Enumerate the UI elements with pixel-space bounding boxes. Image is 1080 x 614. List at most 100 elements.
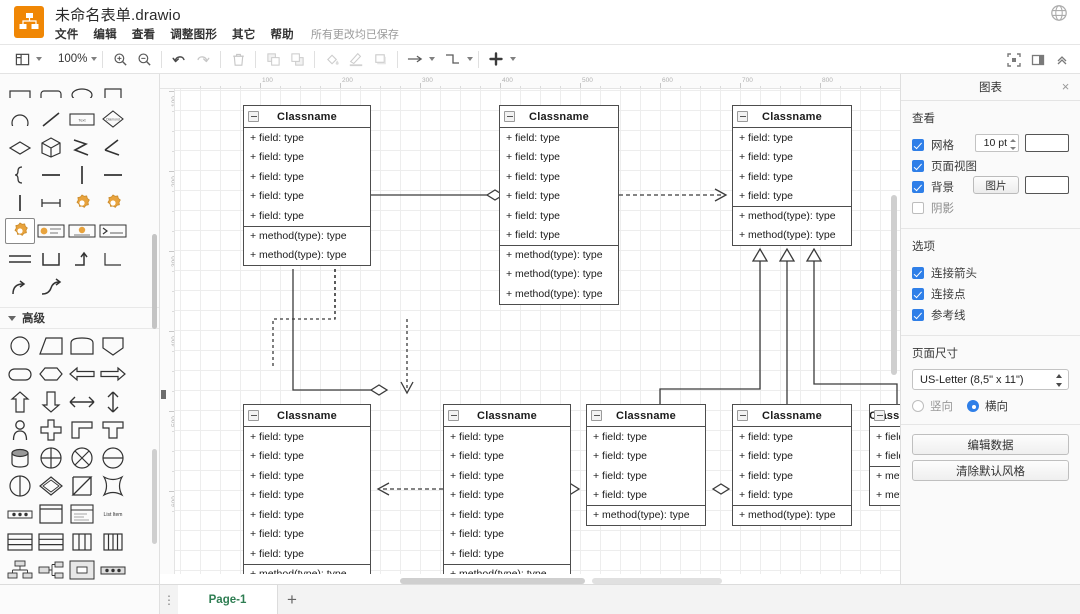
orientation-portrait-radio[interactable] [912, 400, 924, 412]
guides-checkbox[interactable] [912, 308, 924, 321]
collapse-node-icon[interactable] [874, 410, 885, 421]
uml-field-row[interactable]: + field: type [244, 187, 370, 207]
toggle-format-panel-icon[interactable] [1026, 48, 1050, 72]
shape-cube-icon[interactable] [36, 134, 66, 160]
shape-tee-icon[interactable] [98, 417, 128, 443]
shape-list-item-text-icon[interactable]: List Item [98, 501, 128, 527]
uml-field-row[interactable]: + field: type [733, 187, 851, 207]
connection-arrow-icon[interactable] [403, 47, 427, 71]
shape-columns-4-icon[interactable] [98, 529, 128, 555]
uml-method-row[interactable]: + method(type): type [733, 206, 851, 226]
orientation-radio-group[interactable]: 竖向 横向 [912, 398, 1069, 414]
background-checkbox[interactable] [912, 180, 924, 193]
menu-help[interactable]: 帮助 [270, 26, 293, 42]
uml-field-row[interactable]: + field: type [444, 486, 570, 506]
uml-method-row[interactable]: + method(type): type [244, 245, 370, 265]
edit-data-button[interactable]: 编辑数据 [912, 434, 1069, 455]
uml-class-node[interactable]: Classname + field: type + field: type + fie… [586, 404, 706, 526]
close-icon[interactable]: × [1059, 80, 1072, 93]
shape-stadium-icon[interactable] [5, 361, 35, 387]
shape-diamond-inset-icon[interactable] [36, 473, 66, 499]
shape-double-arrow-h-icon[interactable] [67, 389, 97, 415]
grid-color-swatch[interactable] [1025, 134, 1069, 152]
uml-field-row[interactable]: + field: type [244, 466, 370, 486]
palette-scrollbar-secondary[interactable] [152, 449, 157, 544]
uml-field-row[interactable]: + field: type [733, 128, 851, 148]
page-view-checkbox[interactable] [912, 159, 924, 172]
shape-curve-arrow-icon[interactable] [5, 274, 35, 300]
uml-method-row[interactable]: + method(type): type [500, 245, 618, 265]
shape-double-line-icon[interactable] [5, 246, 35, 272]
zoom-in-icon[interactable] [108, 47, 132, 71]
shape-palette[interactable]: Text Diamond 高级 List Item [0, 74, 160, 614]
shape-horizontal-line-icon[interactable] [36, 162, 66, 188]
insert-dropdown[interactable] [484, 45, 517, 73]
uml-class-node[interactable]: Classname + field: type + field: type + fie… [243, 404, 371, 574]
uml-field-row[interactable]: + field: type [444, 544, 570, 564]
uml-method-row[interactable]: + method(type): type [500, 284, 618, 304]
connection-points-row[interactable]: 连接点 [912, 283, 1069, 304]
bring-to-front-icon[interactable] [261, 47, 285, 71]
uml-field-row[interactable]: + field: type [587, 447, 705, 467]
palette-section-advanced[interactable]: 高级 [0, 307, 159, 329]
panel-layout-icon[interactable] [10, 47, 34, 71]
uml-class-node[interactable]: Classname+ field: type+ field: type+ met… [869, 404, 900, 506]
background-row[interactable]: 背景 图片 [912, 176, 1069, 197]
collapse-toolbar-icon[interactable] [1050, 48, 1074, 72]
waypoints-dropdown[interactable] [441, 45, 474, 73]
uml-field-row[interactable]: + field: type [500, 187, 618, 207]
uml-field-row[interactable]: + field: type [244, 148, 370, 168]
shape-circle-x-icon[interactable] [67, 445, 97, 471]
shape-vertical-line-icon[interactable] [67, 162, 97, 188]
shape-arrow-up-icon[interactable] [5, 389, 35, 415]
grid-checkbox[interactable] [912, 138, 924, 151]
uml-field-row[interactable]: + field: type [444, 505, 570, 525]
uml-field-row[interactable]: + field: type [444, 447, 570, 467]
uml-method-row[interactable]: + method(type): type [870, 466, 900, 486]
chevron-down-icon[interactable] [36, 57, 42, 61]
uml-field-row[interactable]: + field: type [244, 167, 370, 187]
uml-field-row[interactable]: + field: type [587, 486, 705, 506]
uml-field-row[interactable]: + field: type [733, 466, 851, 486]
uml-method-row[interactable]: + method(type): type [244, 225, 370, 246]
shape-diamond-labeled-icon[interactable]: Diamond [98, 106, 128, 132]
shape-rectangle-icon[interactable] [5, 78, 35, 104]
background-color-swatch[interactable] [1025, 176, 1069, 194]
shape-zigzag-line-icon[interactable] [67, 134, 97, 160]
menu-view[interactable]: 查看 [132, 26, 155, 42]
shape-bracket-u-icon[interactable] [36, 246, 66, 272]
uml-field-row[interactable]: + field: type [587, 466, 705, 486]
page-view-row[interactable]: 页面视图 [912, 155, 1069, 176]
collapse-node-icon[interactable] [737, 111, 748, 122]
grid-row[interactable]: 网格 10 pt [912, 134, 1069, 155]
shape-corner-block-icon[interactable] [67, 417, 97, 443]
uml-field-row[interactable]: + field: type [444, 525, 570, 545]
waypoint-style-icon[interactable] [441, 47, 465, 71]
shape-hourglass-icon[interactable] [67, 473, 97, 499]
uml-field-row[interactable]: + field: type [733, 447, 851, 467]
chevron-down-icon[interactable] [91, 57, 98, 61]
palette-shapes-advanced[interactable]: List Item Use Case Note Label Signal Ste… [0, 329, 159, 614]
shape-window-icon[interactable] [36, 501, 66, 527]
shape-pentagon-down-icon[interactable] [98, 333, 128, 359]
send-to-back-icon[interactable] [285, 47, 309, 71]
zoom-out-icon[interactable] [132, 47, 156, 71]
shape-polyline-icon[interactable] [98, 134, 128, 160]
shape-s-curve-arrow-icon[interactable] [36, 274, 66, 300]
collapse-node-icon[interactable] [248, 111, 259, 122]
shape-arrow-right-icon[interactable] [98, 361, 128, 387]
shadow-checkbox[interactable] [912, 201, 924, 214]
vertical-ruler[interactable]: 100 200 300 400 500 600 [160, 89, 175, 574]
uml-class-node[interactable]: Classname + field: type + field: type + fie… [243, 105, 371, 266]
shape-circle-vline-icon[interactable] [5, 473, 35, 499]
uml-field-row[interactable]: + field: type [244, 427, 370, 447]
page-tab-bar[interactable]: ⋮ Page-1 + [160, 584, 1080, 614]
page-size-select[interactable]: US-Letter (8,5" x 11") [912, 369, 1069, 390]
shape-concave-square-icon[interactable] [98, 473, 128, 499]
uml-field-row[interactable]: + field: type [444, 427, 570, 447]
shape-trapezoid-icon[interactable] [36, 333, 66, 359]
grid-size-stepper[interactable] [1008, 136, 1017, 152]
uml-field-row[interactable]: + field: type [244, 447, 370, 467]
shape-arrow-down-icon[interactable] [36, 389, 66, 415]
fill-color-icon[interactable] [320, 47, 344, 71]
